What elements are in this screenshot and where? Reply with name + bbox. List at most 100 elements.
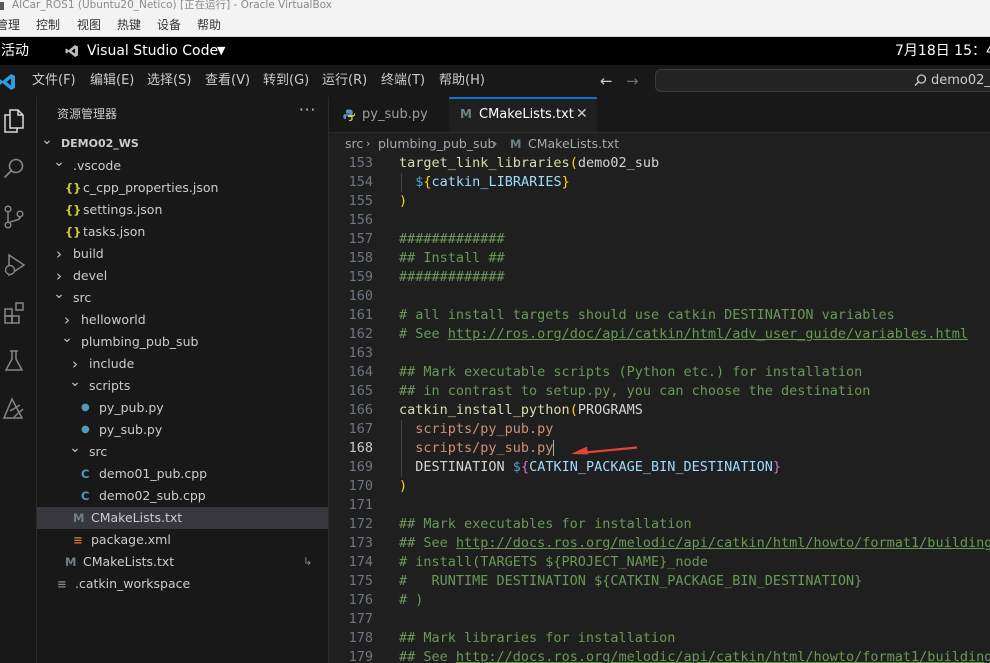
code-line[interactable]: scripts/py_pub.py: [399, 420, 553, 439]
tree-folder[interactable]: ⌄ .vscode: [37, 154, 328, 177]
tree-file[interactable]: {} settings.json: [37, 199, 328, 221]
tab-cmakelists[interactable]: M CMakeLists.txt ✕: [449, 97, 597, 132]
chevron-down-icon: ⌄: [53, 154, 65, 170]
tree-folder[interactable]: ⌄ plumbing_pub_sub: [37, 330, 328, 353]
tree-file[interactable]: ≡ package.xml: [37, 529, 328, 551]
code-line[interactable]: target_link_libraries(demo02_sub: [399, 155, 659, 173]
tree-folder[interactable]: ⌄ DEMO02_WS: [37, 132, 328, 155]
chevron-down-icon: ⌄: [61, 330, 73, 346]
menu-file[interactable]: 文件(F): [32, 65, 76, 97]
code-line[interactable]: # install(TARGETS ${PROJECT_NAME}_node: [399, 553, 708, 572]
code-line[interactable]: scripts/py_sub.py: [399, 439, 555, 458]
code-token: DESTINATION: [399, 459, 513, 475]
tree-file[interactable]: Cdemo02_sub.cpp: [37, 485, 328, 507]
vbox-menu-devices[interactable]: 设备: [157, 14, 181, 36]
code-line[interactable]: ## See http://docs.ros.org/melodic/api/c…: [399, 648, 990, 663]
tree-file[interactable]: {} c_cpp_properties.json: [37, 177, 328, 199]
menu-view[interactable]: 查看(V): [205, 65, 250, 97]
code-line[interactable]: ## Mark executables for installation: [399, 515, 692, 534]
vbox-menu-manage[interactable]: 管理: [0, 14, 20, 36]
code-line[interactable]: ${catkin_LIBRARIES}: [399, 173, 569, 192]
arrow-right-icon[interactable]: →: [626, 65, 639, 97]
menu-go[interactable]: 转到(G): [263, 65, 309, 97]
code-line[interactable]: ## Mark libraries for installation: [399, 629, 675, 648]
code-line[interactable]: ): [399, 477, 407, 496]
search-icon: [3, 158, 24, 179]
tree-item-label: .catkin_workspace: [75, 576, 191, 591]
vbox-menu-hotkeys[interactable]: 热键: [117, 14, 141, 36]
code-token: ): [399, 478, 408, 494]
tree-file[interactable]: {} tasks.json: [37, 221, 328, 243]
code-line[interactable]: catkin_install_python(PROGRAMS: [399, 401, 643, 420]
indent-guide: [401, 420, 402, 477]
chevron-down-icon: ⌄: [41, 132, 53, 148]
ros-extension-icon: [2, 397, 24, 419]
code-line[interactable]: # See http://ros.org/doc/api/catkin/html…: [399, 325, 968, 344]
code-line[interactable]: ## Mark executable scripts (Python etc.)…: [399, 363, 862, 382]
vbox-menu-view[interactable]: 视图: [77, 14, 101, 36]
activity-ros[interactable]: [0, 391, 36, 427]
tree-item-label: .vscode: [73, 158, 122, 173]
tree-folder[interactable]: ⌄ src: [37, 286, 328, 309]
tree-file[interactable]: M CMakeLists.txt: [37, 507, 328, 529]
code-line[interactable]: ): [399, 192, 407, 211]
command-center-search[interactable]: demo02_w: [655, 69, 990, 92]
tree-file[interactable]: Cdemo01_pub.cpp: [37, 463, 328, 485]
vbox-menu-control[interactable]: 控制: [36, 14, 60, 36]
code-line[interactable]: DESTINATION ${CATKIN_PACKAGE_BIN_DESTINA…: [399, 458, 781, 477]
activity-run-debug[interactable]: [0, 247, 36, 283]
more-actions-icon[interactable]: ···: [299, 101, 316, 119]
line-number: 173: [348, 535, 373, 551]
tree-folder[interactable]: › devel: [37, 265, 328, 287]
tree-file[interactable]: M CMakeLists.txt ↳: [37, 551, 328, 573]
breadcrumb-item-file[interactable]: CMakeLists.txt: [528, 133, 619, 155]
code-token: # ): [399, 592, 424, 608]
tree-folder[interactable]: › build: [37, 243, 328, 265]
code-token: ## See: [399, 535, 456, 551]
menu-help[interactable]: 帮助(H): [439, 65, 485, 97]
code-line[interactable]: #############: [399, 268, 505, 287]
line-number: 167: [348, 421, 373, 437]
breadcrumb-item-package[interactable]: plumbing_pub_sub: [378, 133, 495, 155]
explorer-sidebar: 资源管理器 ··· ⌄ DEMO02_WS ⌄ .vscode{} c_cpp_prop…: [37, 97, 329, 663]
activity-testing[interactable]: [0, 343, 36, 379]
gnome-top-bar: 活动 Visual Studio Code ▼ 7月18日 15：4: [0, 37, 990, 65]
tab-py-sub[interactable]: py_sub.py: [329, 97, 449, 132]
code-token: catkin_install_python: [399, 402, 570, 418]
code-token: # install(TARGETS ${PROJECT_NAME}_node: [399, 554, 708, 570]
line-number: 161: [348, 307, 373, 323]
activity-explorer[interactable]: [0, 103, 36, 139]
arrow-left-icon[interactable]: ←: [600, 65, 613, 97]
tree-item-label: py_sub.py: [99, 422, 163, 437]
code-line[interactable]: # ): [399, 591, 423, 610]
close-icon[interactable]: ✕: [576, 99, 588, 130]
activity-extensions[interactable]: [0, 295, 36, 331]
tree-file[interactable]: ● py_pub.py: [37, 397, 328, 419]
menu-edit[interactable]: 编辑(E): [90, 65, 134, 97]
code-line[interactable]: ## in contrast to setup.py, you can choo…: [399, 382, 870, 401]
code-line[interactable]: ## See http://docs.ros.org/melodic/api/c…: [399, 534, 990, 553]
code-editor[interactable]: 153 154 155 156 157 158 159 160 161 162 163 164 165 1…: [329, 155, 990, 663]
gnome-clock[interactable]: 7月18日 15：4: [895, 37, 990, 65]
tree-folder[interactable]: ⌄ scripts: [37, 374, 328, 397]
menu-selection[interactable]: 选择(S): [147, 65, 191, 97]
code-line[interactable]: #############: [399, 230, 505, 249]
breadcrumb-item-src[interactable]: src: [345, 133, 363, 155]
tree-folder[interactable]: › helloworld: [37, 309, 328, 331]
line-number: 174: [348, 554, 373, 570]
code-line[interactable]: ## Install ##: [399, 249, 505, 268]
code-line[interactable]: # RUNTIME DESTINATION ${CATKIN_PACKAGE_B…: [399, 572, 862, 591]
vbox-menu-help[interactable]: 帮助: [197, 14, 221, 36]
activities-button[interactable]: 活动: [1, 37, 29, 65]
tree-file[interactable]: ≡ .catkin_workspace: [37, 573, 328, 595]
activity-source-control[interactable]: [0, 199, 36, 235]
code-line[interactable]: # all install targets should use catkin …: [399, 306, 895, 325]
menu-terminal[interactable]: 终端(T): [381, 65, 425, 97]
line-number: 162: [348, 326, 373, 342]
tree-folder[interactable]: ⌄ src: [37, 440, 328, 463]
activity-search[interactable]: [0, 152, 36, 188]
menu-run[interactable]: 运行(R): [322, 65, 367, 97]
code-token: http://ros.org/doc/api/catkin/html/adv_u…: [447, 326, 968, 342]
code-token: target_link_libraries: [399, 155, 570, 171]
line-number: 164: [348, 364, 373, 380]
